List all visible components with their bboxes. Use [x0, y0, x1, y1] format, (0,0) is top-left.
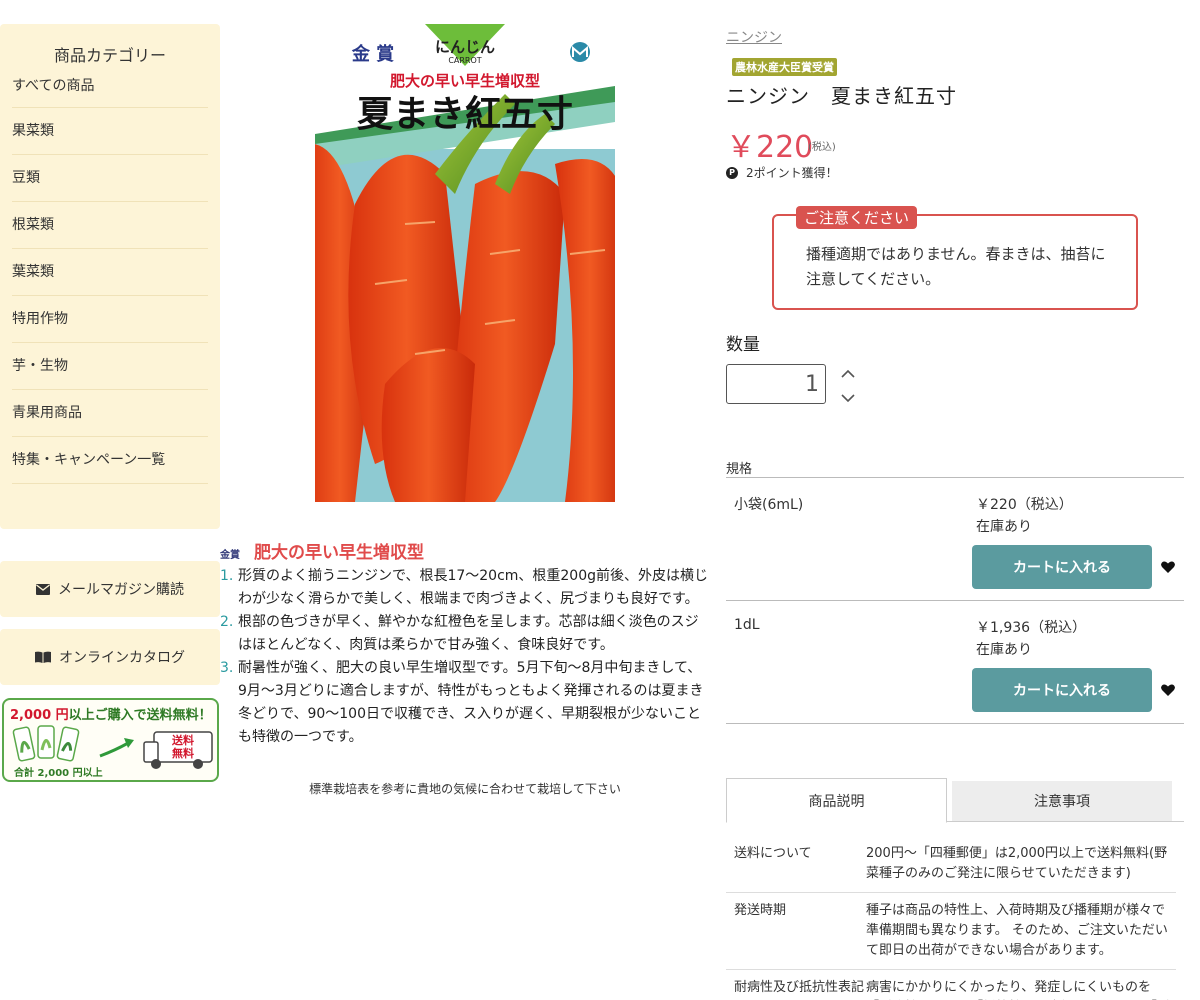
award-badge: 農林水産大臣賞受賞: [732, 58, 837, 76]
add-to-cart-button[interactable]: カートに入れる: [972, 668, 1152, 712]
variant-table: 小袋(6mL) ￥220（税込） 在庫あり カートに入れる 1dL ￥1,936…: [726, 477, 1184, 724]
product-price: ￥220: [726, 130, 814, 165]
page-title: ニンジン 夏まき紅五寸: [726, 84, 957, 108]
category-item-root-vegetables[interactable]: 根菜類: [12, 202, 208, 249]
heart-icon[interactable]: [1160, 559, 1176, 575]
category-item-all[interactable]: すべての商品: [12, 68, 208, 108]
category-item-potatoes[interactable]: 芋・生物: [12, 343, 208, 390]
info-row: 発送時期 種子は商品の特性上、入荷時期及び播種期が様々で準備期間も異なります。 …: [726, 893, 1176, 970]
points-info: P 2ポイント獲得！: [726, 164, 838, 181]
tab-notes[interactable]: 注意事項: [952, 781, 1172, 821]
info-key: 耐病性及び抵抗性表記について: [734, 980, 865, 995]
variant-stock: 在庫あり: [976, 642, 1032, 658]
spec-label: 規格: [726, 462, 753, 477]
category-item-beans[interactable]: 豆類: [12, 155, 208, 202]
info-row: 耐病性及び抵抗性表記について 病害にかかりにくかったり、発症しにくいものを「耐病…: [726, 970, 1176, 1000]
package-name: 夏まき紅五寸: [357, 94, 573, 135]
maker-logo: [570, 42, 590, 62]
package-kind-en: CARROT: [448, 56, 481, 65]
info-key: 送料について: [734, 846, 812, 861]
category-item-fruit-vegetables[interactable]: 果菜類: [12, 108, 208, 155]
feature-item: 2. 根部の色づきが早く、鮮やかな紅橙色を呈します。芯部は細く淡色のスジはほとんど…: [220, 614, 699, 653]
info-tabs: 商品説明 注意事項: [726, 778, 1184, 823]
category-item-produce[interactable]: 青果用商品: [12, 390, 208, 437]
feature-title: 肥大の早い早生増収型: [254, 543, 424, 563]
category-item-leaf-vegetables[interactable]: 葉菜類: [12, 249, 208, 296]
envelope-icon: [36, 583, 50, 595]
truck-label-2: 無料: [172, 746, 194, 760]
quantity-input[interactable]: [726, 364, 826, 404]
add-to-cart-button[interactable]: カートに入れる: [972, 545, 1152, 589]
variant-name: 小袋(6mL): [734, 497, 804, 513]
chevron-down-icon[interactable]: [840, 390, 856, 406]
truck-label-1: 送料: [171, 733, 194, 747]
variant-name: 1dL: [734, 617, 760, 633]
category-title: 商品カテゴリー: [53, 46, 166, 65]
mail-magazine-button[interactable]: メールマガジン購読: [0, 561, 220, 617]
tab-description[interactable]: 商品説明: [726, 778, 947, 823]
feature-list: 1. 形質のよく揃うニンジンで、根長17〜20cm、根重200g前後、外皮は横じわ…: [220, 565, 710, 749]
feature-item: 1. 形質のよく揃うニンジンで、根長17〜20cm、根重200g前後、外皮は横じわ…: [220, 568, 709, 607]
chevron-up-icon[interactable]: [840, 366, 856, 382]
category-item-campaigns[interactable]: 特集・キャンペーン一覧: [12, 437, 208, 484]
package-kind: にんじん: [435, 38, 495, 56]
feature-item: 3. 耐暑性が強く、肥大の良い早生増収型です。5月下旬〜8月中旬まきして、9月〜3…: [220, 660, 704, 745]
variant-row: 小袋(6mL) ￥220（税込） 在庫あり カートに入れる: [726, 478, 1184, 601]
variant-stock: 在庫あり: [976, 519, 1032, 535]
notice-text: 播種適期ではありません。春まきは、抽苔に注意してください。: [806, 245, 1106, 288]
package-tagline: 肥大の早い早生増収型: [390, 72, 540, 90]
package-award: 金 賞: [351, 43, 394, 65]
heart-icon[interactable]: [1160, 682, 1176, 698]
category-list: すべての商品 果菜類 豆類 根菜類 葉菜類 特用作物 芋・生物 青果用商品 特集…: [0, 68, 220, 484]
quantity-label: 数量: [726, 335, 760, 355]
free-shipping-banner[interactable]: 2,000 円以上ご購入で送料無料！ 送料 無料 合計 2,000 円以上: [2, 698, 219, 782]
feature-footnote: 標準栽培表を参考に貴地の気候に合わせて栽培して下さい: [309, 782, 621, 796]
free-shipping-text: 以上ご購入で送料無料！: [68, 708, 212, 723]
variant-price: ￥1,936（税込）: [976, 620, 1087, 636]
info-value: 200円〜「四種郵便」は2,000円以上で送料無料(野菜種子のみのご発注に限らせ…: [866, 846, 1168, 881]
free-shipping-bottom-text: 合計 2,000 円以上: [14, 768, 103, 779]
points-text: 2ポイント獲得！: [746, 166, 838, 180]
info-row: 送料について 200円〜「四種郵便」は2,000円以上で送料無料(野菜種子のみの…: [726, 836, 1176, 893]
tax-note: (税込): [808, 142, 836, 153]
category-sidebar: 商品カテゴリー すべての商品 果菜類 豆類 根菜類 葉菜類 特用作物 芋・生物 …: [0, 24, 220, 529]
book-icon: [35, 651, 51, 663]
feature-badge: 金賞: [220, 550, 240, 561]
breadcrumb[interactable]: ニンジン: [726, 27, 782, 47]
info-table: 送料について 200円〜「四種郵便」は2,000円以上で送料無料(野菜種子のみの…: [726, 836, 1176, 1000]
p-icon: P: [726, 166, 738, 179]
info-value: 病害にかかりにくかったり、発症しにくいものを「耐病性」または「抵抗性」と表記して…: [866, 980, 1151, 995]
notice-tag: ご注意ください: [796, 206, 918, 229]
variant-row: 1dL ￥1,936（税込） 在庫あり カートに入れる: [726, 601, 1184, 724]
online-catalog-label: オンラインカタログ: [59, 650, 185, 666]
free-shipping-amount: 2,000 円: [10, 708, 69, 723]
mail-magazine-label: メールマガジン購読: [58, 582, 184, 598]
info-key: 発送時期: [734, 903, 787, 918]
product-image[interactable]: 金 賞 にんじん CARROT 肥大の早い早生増収型 夏まき紅五寸: [315, 24, 615, 502]
online-catalog-button[interactable]: オンラインカタログ: [0, 629, 220, 685]
variant-price: ￥220（税込）: [976, 497, 1073, 513]
category-item-special-crops[interactable]: 特用作物: [12, 296, 208, 343]
free-shipping-headline: 2,000 円以上ご購入で送料無料！: [4, 700, 217, 723]
info-value: 種子は商品の特性上、入荷時期及び播種期が様々で準備期間も異なります。 そのため、…: [866, 903, 1168, 958]
